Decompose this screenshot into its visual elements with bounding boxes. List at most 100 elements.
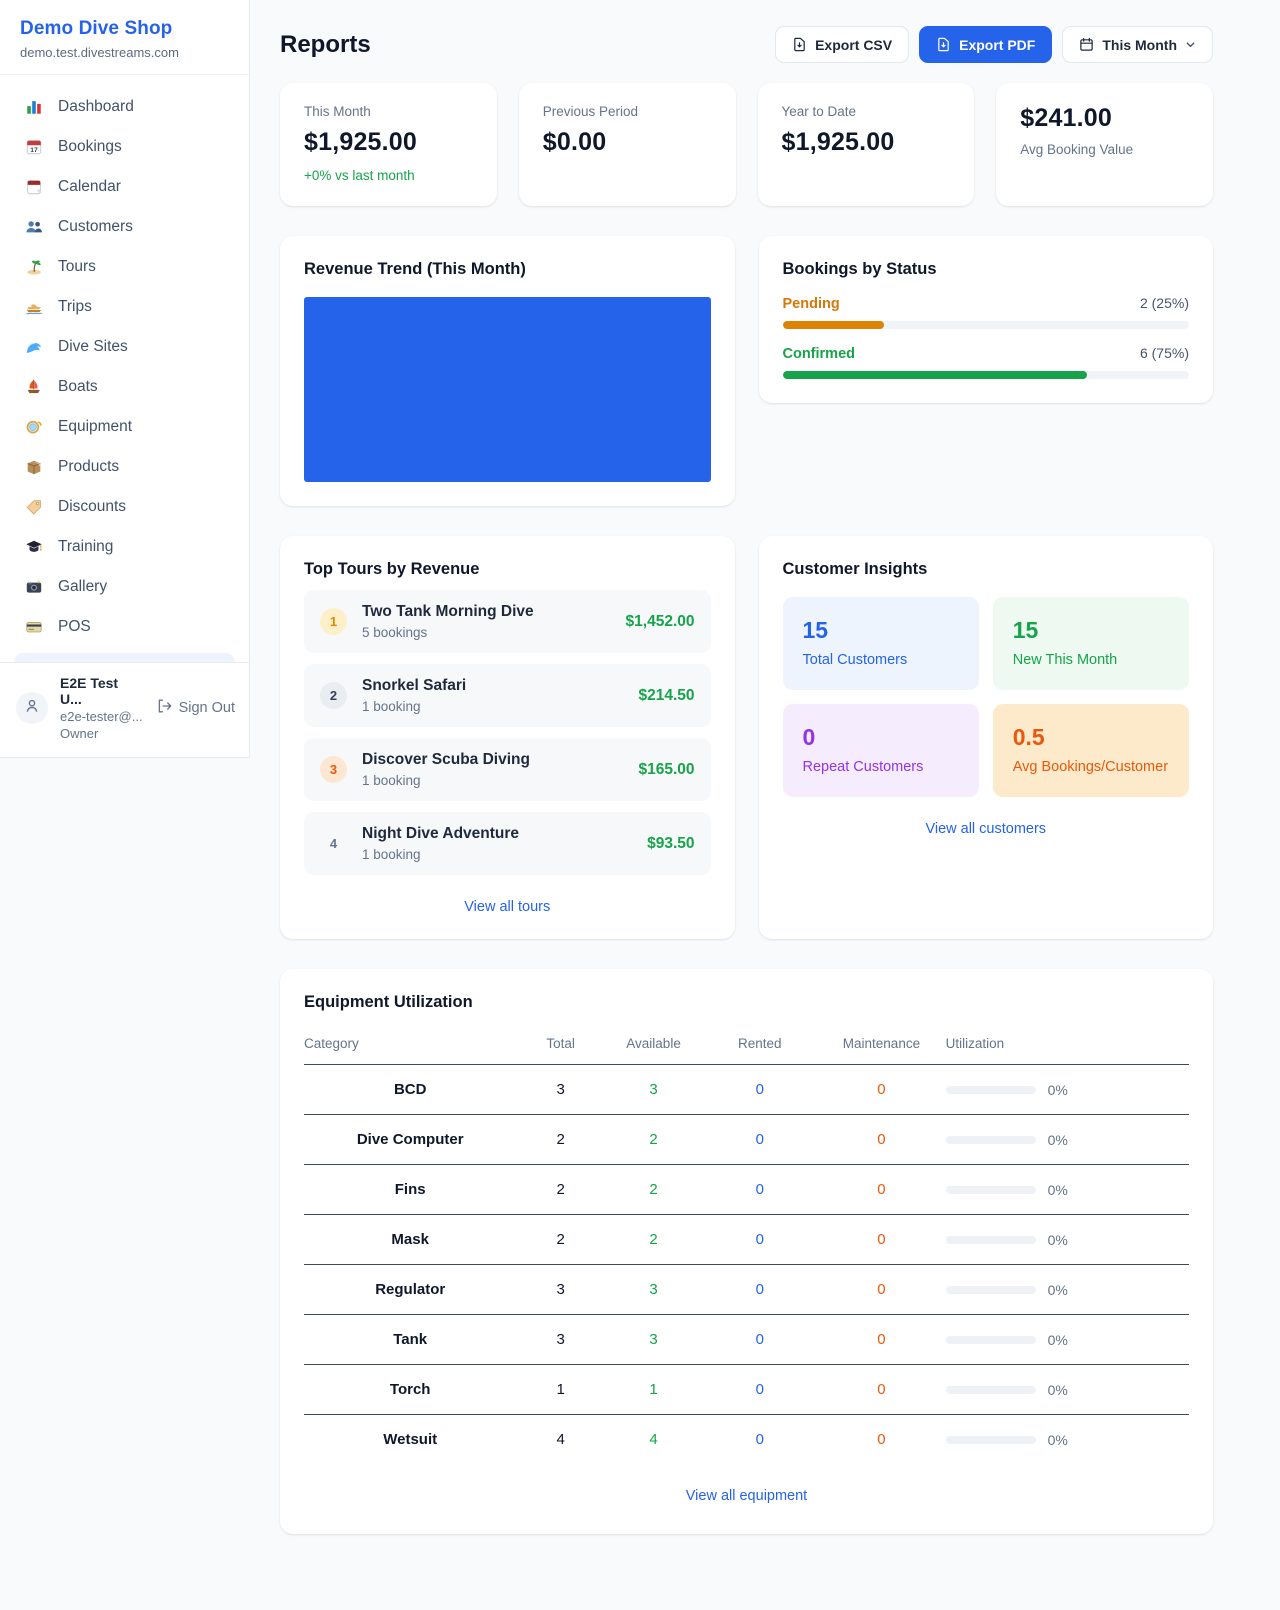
utilization-percent: 0% — [1048, 1332, 1068, 1348]
sidebar: Demo Dive Shop demo.test.divestreams.com… — [0, 0, 250, 758]
view-all-tours-link[interactable]: View all tours — [304, 899, 711, 915]
cell-available: 4 — [605, 1415, 702, 1465]
sidebar-item-gallery[interactable]: Gallery — [0, 567, 249, 607]
stat-label: Previous Period — [543, 104, 712, 119]
charts-row: Revenue Trend (This Month) Bookings by S… — [280, 236, 1213, 506]
column-header-maintenance: Maintenance — [817, 1026, 945, 1065]
cell-total: 2 — [516, 1165, 605, 1215]
sidebar-item-label: Products — [58, 458, 119, 476]
sidebar-item-bookings[interactable]: 17 Bookings — [0, 127, 249, 167]
tour-name: Two Tank Morning Dive — [362, 603, 534, 620]
top-tours-card: Top Tours by Revenue 1 Two Tank Morning … — [280, 536, 735, 939]
sign-out-label: Sign Out — [179, 700, 235, 716]
sidebar-item-pos[interactable]: POS — [0, 607, 249, 647]
cell-total: 3 — [516, 1265, 605, 1315]
tour-revenue: $165.00 — [638, 761, 694, 779]
utilization-bar — [946, 1186, 1036, 1194]
cell-total: 4 — [516, 1415, 605, 1465]
sidebar-item-dashboard[interactable]: Dashboard — [0, 87, 249, 127]
price-tag-icon — [24, 497, 44, 517]
tour-revenue: $214.50 — [638, 687, 694, 705]
cell-maintenance: 0 — [817, 1065, 945, 1115]
top-tours-title: Top Tours by Revenue — [304, 560, 711, 579]
tour-name: Night Dive Adventure — [362, 825, 519, 842]
cell-maintenance: 0 — [817, 1215, 945, 1265]
cell-category: BCD — [304, 1065, 516, 1115]
utilization-percent: 0% — [1048, 1232, 1068, 1248]
tile-label: Total Customers — [803, 652, 959, 668]
sidebar-item-training[interactable]: Training — [0, 527, 249, 567]
cell-rented: 0 — [702, 1365, 817, 1415]
file-export-icon — [936, 37, 951, 52]
customer-insights-title: Customer Insights — [783, 560, 1190, 579]
tour-name: Discover Scuba Diving — [362, 751, 530, 768]
cell-maintenance: 0 — [817, 1165, 945, 1215]
stat-card-this-month: This Month $1,925.00 +0% vs last month — [280, 83, 497, 206]
utilization-percent: 0% — [1048, 1082, 1068, 1098]
column-header-total: Total — [516, 1026, 605, 1065]
sidebar-item-calendar[interactable]: Calendar — [0, 167, 249, 207]
table-row: Wetsuit 4 4 0 0 0% — [304, 1415, 1189, 1465]
sidebar-item-reports-active[interactable] — [14, 653, 235, 662]
utilization-percent: 0% — [1048, 1382, 1068, 1398]
status-progress-fill — [783, 371, 1088, 379]
sidebar-item-boats[interactable]: Boats — [0, 367, 249, 407]
revenue-trend-card: Revenue Trend (This Month) — [280, 236, 735, 506]
cell-rented: 0 — [702, 1265, 817, 1315]
sidebar-item-discounts[interactable]: Discounts — [0, 487, 249, 527]
sidebar-item-label: Training — [58, 538, 113, 556]
rank-badge: 1 — [320, 608, 347, 635]
utilization-percent: 0% — [1048, 1182, 1068, 1198]
calendar-date-icon: 17 — [24, 137, 44, 157]
tile-repeat-customers: 0 Repeat Customers — [783, 704, 979, 797]
camera-flash-icon — [24, 577, 44, 597]
sign-out-button[interactable]: Sign Out — [156, 698, 235, 718]
sidebar-item-tours[interactable]: Tours — [0, 247, 249, 287]
stat-card-year-to-date: Year to Date $1,925.00 — [758, 83, 975, 206]
user-footer: E2E Test U... e2e-tester@... Owner Sign … — [0, 662, 249, 757]
sidebar-item-label: Bookings — [58, 138, 122, 156]
page-title: Reports — [280, 31, 371, 59]
stat-value: $1,925.00 — [304, 128, 473, 157]
utilization-percent: 0% — [1048, 1132, 1068, 1148]
cell-available: 2 — [605, 1165, 702, 1215]
column-header-rented: Rented — [702, 1026, 817, 1065]
tile-value: 0.5 — [1013, 724, 1169, 751]
tour-bookings: 1 booking — [362, 699, 623, 714]
sidebar-item-trips[interactable]: Trips — [0, 287, 249, 327]
cell-category: Fins — [304, 1165, 516, 1215]
tear-off-calendar-icon — [24, 177, 44, 197]
sidebar-item-dive-sites[interactable]: Dive Sites — [0, 327, 249, 367]
revenue-trend-chart — [304, 297, 711, 482]
cell-total: 1 — [516, 1365, 605, 1415]
stat-value: $1,925.00 — [782, 128, 951, 157]
cell-rented: 0 — [702, 1165, 817, 1215]
cell-maintenance: 0 — [817, 1115, 945, 1165]
export-csv-button[interactable]: Export CSV — [775, 26, 909, 63]
tile-value: 15 — [1013, 617, 1169, 644]
sidebar-nav: Dashboard 17 Bookings Calendar Customers… — [0, 75, 249, 662]
utilization-bar — [946, 1286, 1036, 1294]
status-row-confirmed: Confirmed 6 (75%) — [783, 345, 1190, 379]
cell-rented: 0 — [702, 1065, 817, 1115]
cell-available: 2 — [605, 1115, 702, 1165]
sidebar-item-equipment[interactable]: Equipment — [0, 407, 249, 447]
export-pdf-button[interactable]: Export PDF — [919, 26, 1052, 63]
cell-total: 2 — [516, 1115, 605, 1165]
status-progress-track — [783, 321, 1190, 329]
view-all-customers-link[interactable]: View all customers — [783, 821, 1190, 837]
user-info: E2E Test U... e2e-tester@... Owner — [60, 675, 144, 741]
utilization-percent: 0% — [1048, 1282, 1068, 1298]
graduation-cap-icon — [24, 537, 44, 557]
list-item: 2 Snorkel Safari 1 booking $214.50 — [304, 664, 711, 727]
table-row: Mask 2 2 0 0 0% — [304, 1215, 1189, 1265]
sailboat-icon — [24, 377, 44, 397]
sidebar-item-customers[interactable]: Customers — [0, 207, 249, 247]
period-dropdown[interactable]: This Month — [1062, 26, 1213, 63]
list-item: 1 Two Tank Morning Dive 5 bookings $1,45… — [304, 590, 711, 653]
view-all-equipment-link[interactable]: View all equipment — [304, 1488, 1189, 1504]
status-progress-track — [783, 371, 1190, 379]
sidebar-item-products[interactable]: Products — [0, 447, 249, 487]
stat-label: Avg Booking Value — [1020, 142, 1189, 157]
sidebar-item-label: Discounts — [58, 498, 126, 516]
